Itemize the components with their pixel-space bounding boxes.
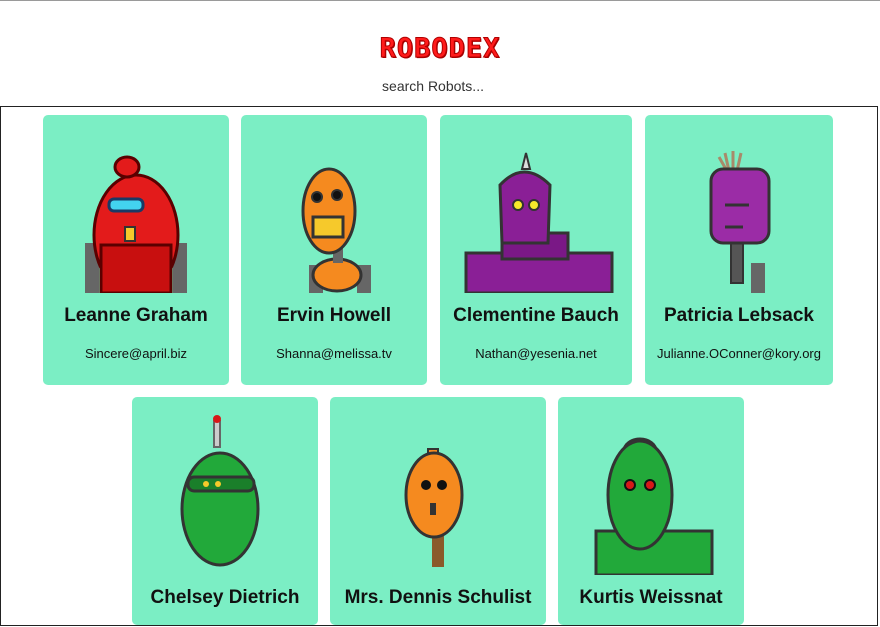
robodex-app: ROBODEX Leanne Graham Sincere@april.biz <box>0 0 880 627</box>
robot-name: Patricia Lebsack <box>664 305 814 326</box>
robodex-logo: ROBODEX <box>379 33 501 65</box>
robot-card: Chelsey Dietrich <box>132 397 318 625</box>
robot-email: Sincere@april.biz <box>84 346 188 361</box>
robot-image <box>132 397 318 575</box>
robot-email: Shanna@melissa.tv <box>276 346 392 361</box>
robot-email: Julianne.OConner@kory.org <box>657 346 821 361</box>
robot-name: Chelsey Dietrich <box>150 587 300 608</box>
robot-image <box>440 115 632 293</box>
search-robots-input[interactable] <box>300 73 580 99</box>
robot-image <box>645 115 833 293</box>
robot-card: Patricia Lebsack Julianne.OConner@kory.o… <box>645 115 833 385</box>
robot-card: Mrs. Dennis Schulist <box>330 397 546 625</box>
robot-card: Leanne Graham Sincere@april.biz <box>43 115 229 385</box>
robot-image <box>330 397 546 575</box>
robot-email: Nathan@yesenia.net <box>475 346 597 361</box>
robot-name: Clementine Bauch <box>453 305 619 326</box>
robot-name: Mrs. Dennis Schulist <box>344 587 532 608</box>
robot-image <box>241 115 427 293</box>
robot-image <box>558 397 744 575</box>
robot-card-list[interactable]: Leanne Graham Sincere@april.biz Ervin Ho… <box>0 106 878 626</box>
robot-name: Leanne Graham <box>64 305 208 326</box>
robot-card: Kurtis Weissnat <box>558 397 744 625</box>
robot-image <box>43 115 229 293</box>
robot-name: Kurtis Weissnat <box>579 587 723 608</box>
robot-name: Ervin Howell <box>276 305 392 326</box>
robot-card: Clementine Bauch Nathan@yesenia.net <box>440 115 632 385</box>
robot-card: Ervin Howell Shanna@melissa.tv <box>241 115 427 385</box>
